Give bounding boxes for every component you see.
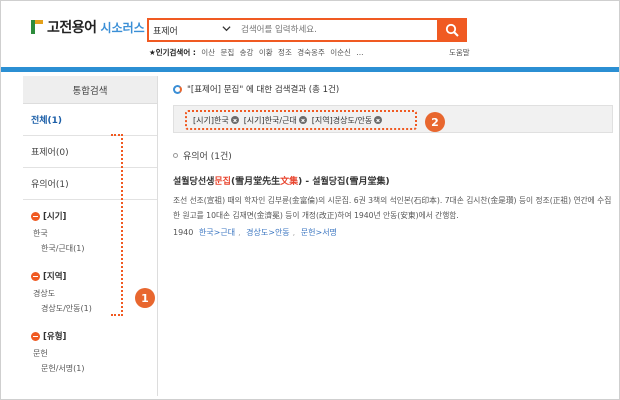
help-link[interactable]: 도움말 <box>449 47 470 58</box>
popular-keyword[interactable]: 이산 <box>201 48 215 57</box>
search-input[interactable] <box>237 20 465 40</box>
facet-type-subitem[interactable]: 문헌/서명(1) <box>41 363 157 374</box>
synonym-section-label: 유의어 (1건) <box>183 152 232 162</box>
facet-period-toggle[interactable]: [시기] <box>31 210 157 222</box>
popular-keyword[interactable]: 경숙옹주 <box>297 48 325 57</box>
annotation-bracket-1 <box>111 134 123 316</box>
facet-region-label: [지역] <box>43 272 67 282</box>
popular-keyword[interactable]: 송강 <box>240 48 254 57</box>
entry-link-type[interactable]: 문헌>서명 <box>301 228 337 237</box>
logo-sub-text: 시소러스 <box>100 20 145 35</box>
entry-title-highlight: 文集 <box>280 177 299 187</box>
result-entry: 설월당선생문집(雪月堂先生文集) - 설월당집(雪月堂集) 조선 선조(宣祖) … <box>173 174 613 238</box>
entry-meta: 1940 한국>근대, 경상도>안동, 문헌>서명 <box>173 227 613 238</box>
minus-circle-icon <box>31 211 40 221</box>
minus-circle-icon <box>31 271 40 281</box>
search-box: 표제어 <box>147 18 467 42</box>
sidebar-item-headword[interactable]: 표제어(0) <box>23 136 157 168</box>
logo[interactable]: 고전용어 시소러스 <box>31 17 145 37</box>
filter-chip[interactable]: [시기]한국 <box>193 115 239 126</box>
separator: , <box>238 228 241 237</box>
entry-title-part: 설월당선생 <box>173 177 215 187</box>
filter-chip[interactable]: [지역]경상도/안동 <box>311 115 383 126</box>
annotation-badge-1: 1 <box>135 288 155 308</box>
filter-chip-group: [시기]한국 [시기]한국/근대 [지역]경상도/안동 <box>185 110 417 130</box>
remove-chip-icon[interactable] <box>374 116 383 124</box>
search-icon <box>445 23 459 37</box>
search-type-select[interactable]: 표제어 <box>149 20 237 40</box>
remove-chip-icon[interactable] <box>230 116 239 124</box>
window: 고전용어 시소러스 표제어 ★인기검색어 : 이산 문집 송강 <box>0 0 620 400</box>
sidebar-title: 통합검색 <box>23 76 157 104</box>
filter-chip-label: [시기]한국/근대 <box>243 115 297 125</box>
main-content: "[표제어] 문집" 에 대한 검색결과 (총 1건) [시기]한국 [시기]한… <box>173 81 613 237</box>
facet-region-toggle[interactable]: [지역] <box>31 270 157 282</box>
result-header-text: "[표제어] 문집" 에 대한 검색결과 (총 1건) <box>187 85 340 95</box>
header-divider <box>1 67 619 72</box>
entry-description: 조선 선조(宣祖) 때의 학자인 김부륜(金富倫)의 시문집. 6권 3책의 석… <box>173 196 612 220</box>
entry-link-period[interactable]: 한국>근대 <box>199 228 235 237</box>
separator: , <box>292 228 296 237</box>
facet-type-toggle[interactable]: [유형] <box>31 330 157 342</box>
entry-title-part: (雪月堂先生 <box>230 177 281 187</box>
result-header: "[표제어] 문집" 에 대한 검색결과 (총 1건) <box>173 81 613 97</box>
filter-chip-bar: [시기]한국 [시기]한국/근대 [지역]경상도/안동 <box>173 105 613 133</box>
popular-keyword[interactable]: 이순신 <box>330 48 351 57</box>
sidebar-item-all[interactable]: 전체(1) <box>23 104 157 136</box>
filter-chip-label: [시기]한국 <box>193 115 229 125</box>
header: 고전용어 시소러스 표제어 ★인기검색어 : 이산 문집 송강 <box>1 1 619 67</box>
facet-period-subitem[interactable]: 한국/근대(1) <box>41 243 157 254</box>
synonym-section-title: 유의어 (1건) <box>173 149 232 162</box>
popular-keyword-more: ... <box>356 48 364 57</box>
logo-mark-icon <box>31 20 43 34</box>
facet-period-item[interactable]: 한국 <box>33 228 157 239</box>
popular-keyword[interactable]: 문집 <box>220 48 234 57</box>
popular-keyword[interactable]: 이황 <box>259 48 273 57</box>
popular-keywords-label: ★인기검색어 : <box>149 48 196 57</box>
popular-keyword[interactable]: 정조 <box>278 48 292 57</box>
filter-chip-label: [지역]경상도/안동 <box>311 115 373 125</box>
ring-icon <box>173 84 182 94</box>
search-button[interactable] <box>437 18 467 42</box>
facet-type-item[interactable]: 문헌 <box>33 348 157 359</box>
entry-title-part: ) - 설월당집(雪月堂集) <box>298 177 390 187</box>
chevron-down-icon <box>222 26 231 32</box>
popular-keywords: ★인기검색어 : 이산 문집 송강 이황 정조 경숙옹주 이순신 ... <box>149 47 364 58</box>
facet-period-label: [시기] <box>43 212 67 222</box>
logo-main-text: 고전용어 <box>47 20 97 36</box>
entry-title[interactable]: 설월당선생문집(雪月堂先生文集) - 설월당집(雪月堂集) <box>173 174 613 187</box>
entry-title-highlight: 문집 <box>214 177 231 187</box>
remove-chip-icon[interactable] <box>298 116 307 124</box>
search-type-value: 표제어 <box>153 26 178 37</box>
minus-circle-icon <box>31 331 40 341</box>
bullet-icon <box>173 153 178 158</box>
facet-type-label: [유형] <box>43 332 67 342</box>
entry-link-region[interactable]: 경상도>안동 <box>246 228 290 237</box>
sidebar-item-synonym[interactable]: 유의어(1) <box>23 168 157 200</box>
sidebar: 통합검색 전체(1) 표제어(0) 유의어(1) [시기] 한국 한국/근대(1… <box>23 76 158 396</box>
entry-year: 1940 <box>173 228 194 237</box>
annotation-badge-2: 2 <box>425 112 445 132</box>
filter-chip[interactable]: [시기]한국/근대 <box>244 115 307 126</box>
